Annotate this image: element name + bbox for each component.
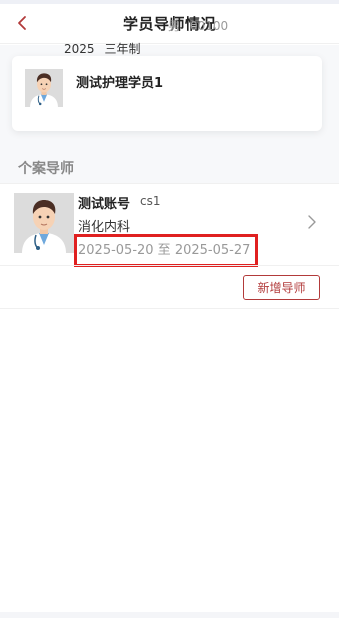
student-program-info: 2025 三年制 <box>64 40 141 57</box>
student-card: 测试护理学员1 <box>12 56 322 131</box>
doctor-avatar-icon <box>25 69 63 107</box>
mentor-name: 测试账号 <box>78 197 131 212</box>
bottom-edge <box>0 612 339 618</box>
mentor-period: 2025-05-20 至 2025-05-27 <box>78 243 251 258</box>
student-id: 00100 <box>190 19 229 33</box>
chevron-right-icon[interactable] <box>306 214 318 230</box>
student-name: 测试护理学员1 <box>76 76 164 91</box>
student-meta: 男 00100 <box>168 17 228 34</box>
student-gender: 男 <box>168 19 181 33</box>
section-title: 个案导师 <box>18 161 74 177</box>
chevron-left-icon[interactable] <box>14 13 34 33</box>
divider <box>0 308 339 309</box>
add-mentor-button[interactable]: 新增导师 <box>243 275 320 300</box>
student-program: 三年制 <box>104 42 141 56</box>
doctor-avatar-icon <box>14 193 74 253</box>
divider <box>0 265 339 266</box>
mentor-department: 消化内科 <box>78 220 131 235</box>
mentor-account: cs1 <box>140 194 161 208</box>
student-year: 2025 <box>64 42 95 56</box>
